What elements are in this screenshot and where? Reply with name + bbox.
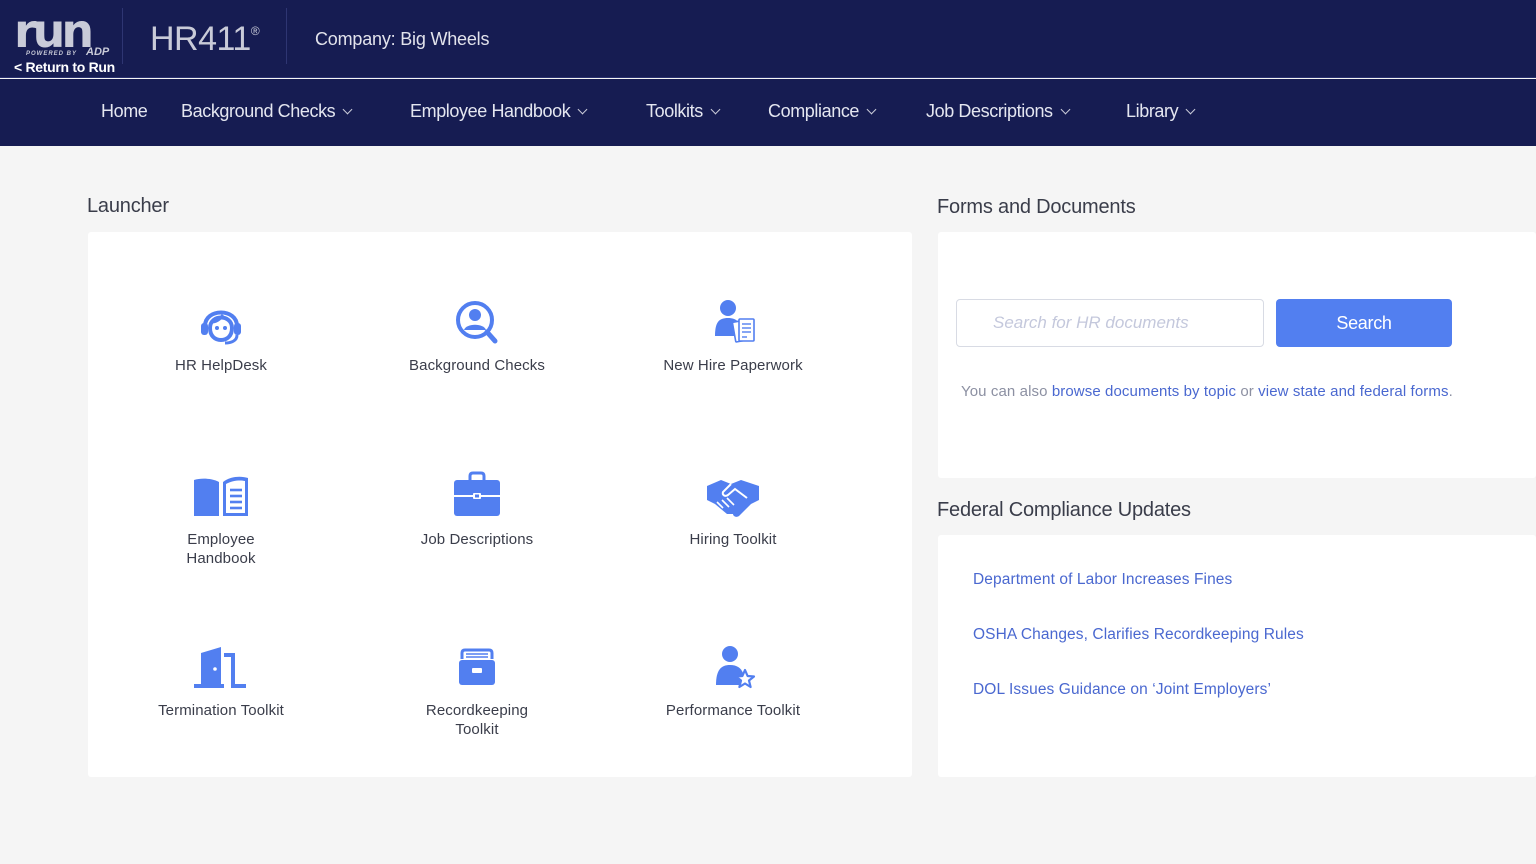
- nav-label: Job Descriptions: [926, 101, 1053, 121]
- launcher-tile-performance-toolkit[interactable]: Performance Toolkit: [623, 641, 843, 720]
- nav-employee-handbook[interactable]: Employee Handbook: [410, 101, 588, 122]
- helper-prefix: You can also: [961, 383, 1052, 400]
- tile-label: Performance Toolkit: [665, 702, 801, 719]
- tile-label: Recordkeeping Toolkit: [425, 702, 529, 738]
- registered-mark: ®: [250, 24, 260, 38]
- nav-toolkits[interactable]: Toolkits: [646, 101, 721, 122]
- forms-helper-text: You can also browse documents by topic o…: [961, 383, 1453, 400]
- powered-by-text: POWERED BY: [26, 51, 78, 57]
- chevron-down-icon: [710, 104, 721, 115]
- compliance-update-link[interactable]: DOL Issues Guidance on ‘Joint Employers’: [973, 681, 1271, 699]
- launcher-tile-recordkeeping-toolkit[interactable]: Recordkeeping Toolkit: [367, 641, 587, 739]
- compliance-update-link[interactable]: OSHA Changes, Clarifies Recordkeeping Ru…: [973, 626, 1304, 644]
- chevron-down-icon: [577, 104, 588, 115]
- launcher-tile-new-hire-paperwork[interactable]: New Hire Paperwork: [623, 296, 843, 375]
- briefcase-icon: [454, 471, 500, 516]
- nav-label: Employee Handbook: [410, 101, 571, 121]
- nav-label: Home: [101, 101, 148, 121]
- product-title: HR411®: [150, 20, 260, 59]
- nav-label: Compliance: [768, 101, 860, 121]
- headset-icon: [201, 310, 241, 345]
- person-search-icon: [456, 301, 498, 344]
- forms-card: Search You can also browse documents by …: [938, 232, 1536, 478]
- nav-library[interactable]: Library: [1126, 101, 1196, 122]
- header-divider: [286, 8, 287, 64]
- tile-label: New Hire Paperwork: [663, 357, 803, 374]
- run-logo: run POWERED BY ADP < Return to Run: [14, 8, 124, 78]
- file-box-icon: [459, 648, 495, 685]
- header-divider: [122, 8, 123, 64]
- helper-middle: or: [1236, 383, 1259, 400]
- launcher-tile-job-descriptions[interactable]: Job Descriptions: [367, 470, 587, 549]
- open-book-icon: [194, 476, 248, 516]
- launcher-tile-background-checks[interactable]: Background Checks: [367, 296, 587, 375]
- browse-documents-link[interactable]: browse documents by topic: [1052, 383, 1236, 400]
- chevron-down-icon: [1185, 104, 1196, 115]
- product-name: HR411: [150, 20, 251, 58]
- chevron-down-icon: [866, 104, 877, 115]
- tile-label: Job Descriptions: [420, 531, 534, 548]
- nav-label: Toolkits: [646, 101, 703, 121]
- launcher-tile-hr-helpdesk[interactable]: HR HelpDesk: [111, 296, 331, 375]
- compliance-title: Federal Compliance Updates: [937, 499, 1191, 521]
- tile-label: Employee Handbook: [186, 531, 256, 567]
- forms-title: Forms and Documents: [937, 196, 1136, 218]
- nav-background-checks[interactable]: Background Checks: [181, 101, 353, 122]
- run-logo-text: run: [14, 4, 94, 58]
- company-name: Company: Big Wheels: [315, 29, 490, 49]
- nav-home[interactable]: Home: [101, 101, 148, 122]
- tile-label: Termination Toolkit: [158, 702, 284, 719]
- helper-suffix: .: [1448, 383, 1453, 400]
- person-documents-icon: [715, 300, 755, 343]
- door-icon: [194, 647, 246, 688]
- person-star-icon: [716, 646, 756, 689]
- nav-label: Background Checks: [181, 101, 336, 121]
- chevron-down-icon: [342, 104, 353, 115]
- launcher-card: HR HelpDesk Background Checks New Hire P…: [88, 232, 912, 777]
- view-forms-link[interactable]: view state and federal forms: [1258, 383, 1448, 400]
- top-header: run POWERED BY ADP < Return to Run HR411…: [0, 0, 1536, 78]
- main-nav: Home Background Checks Employee Handbook…: [0, 79, 1536, 146]
- handshake-icon: [707, 480, 759, 517]
- tile-label: Hiring Toolkit: [689, 531, 777, 548]
- tile-label: HR HelpDesk: [175, 357, 267, 374]
- launcher-tile-employee-handbook[interactable]: Employee Handbook: [111, 470, 331, 568]
- launcher-title: Launcher: [87, 195, 169, 217]
- nav-compliance[interactable]: Compliance: [768, 101, 877, 122]
- return-to-run-link[interactable]: < Return to Run: [14, 59, 115, 75]
- adp-logo: ADP: [86, 46, 110, 58]
- nav-label: Library: [1126, 101, 1179, 121]
- nav-job-descriptions[interactable]: Job Descriptions: [926, 101, 1071, 122]
- tile-label: Background Checks: [409, 357, 545, 374]
- launcher-tile-hiring-toolkit[interactable]: Hiring Toolkit: [623, 470, 843, 549]
- launcher-tile-termination-toolkit[interactable]: Termination Toolkit: [111, 641, 331, 720]
- compliance-update-link[interactable]: Department of Labor Increases Fines: [973, 571, 1232, 589]
- compliance-card: Department of Labor Increases Fines OSHA…: [938, 535, 1536, 777]
- search-button[interactable]: Search: [1276, 299, 1452, 347]
- chevron-down-icon: [1060, 104, 1071, 115]
- hr-documents-search-input[interactable]: [956, 299, 1264, 347]
